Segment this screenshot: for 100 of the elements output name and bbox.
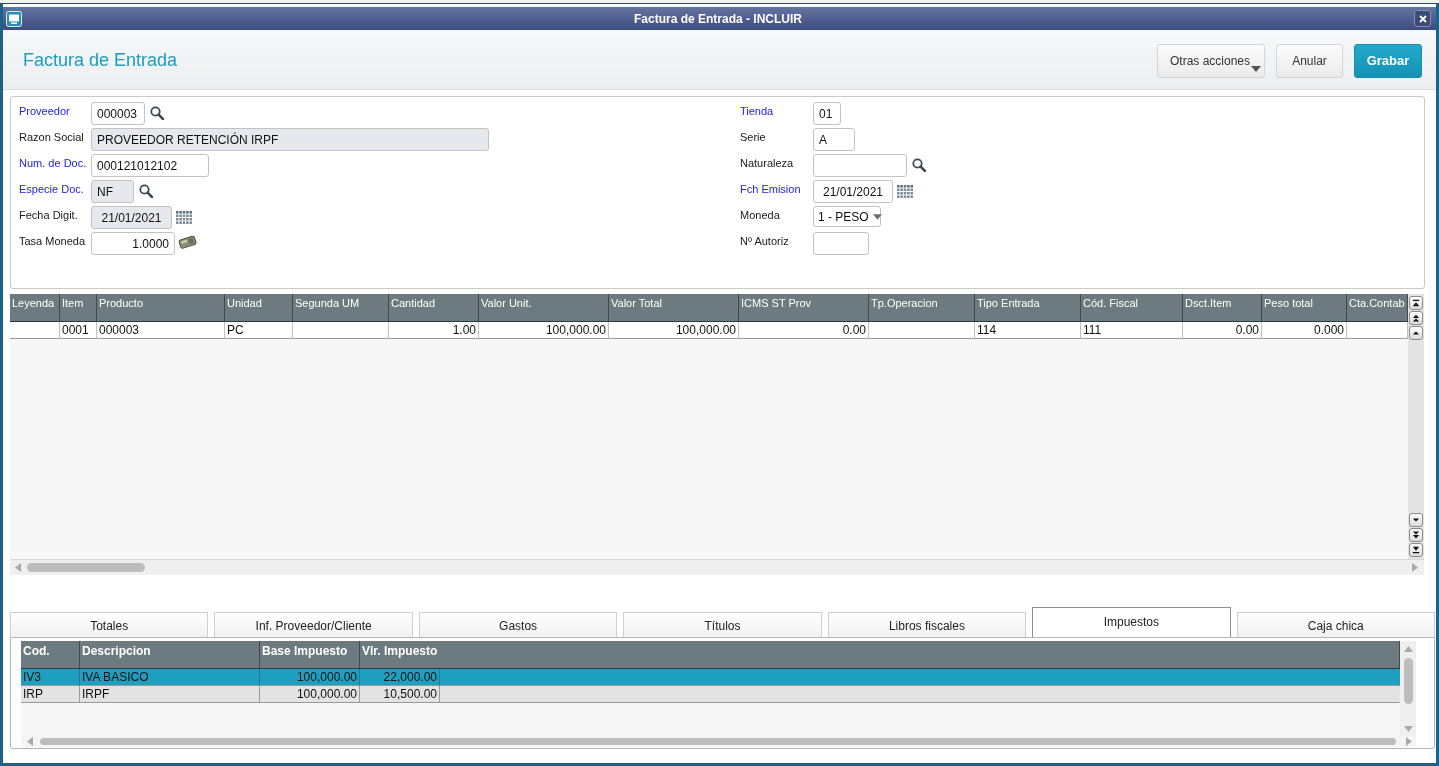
column-header[interactable]: ICMS ST Prov: [739, 294, 869, 322]
field-label: Fch Emision: [740, 183, 801, 195]
calendar-icon[interactable]: [897, 185, 913, 198]
tab[interactable]: Títulos: [623, 612, 822, 637]
table-cell: 0001: [60, 322, 97, 339]
horizontal-scrollbar[interactable]: [21, 736, 1416, 747]
scroll-last-button[interactable]: [1409, 543, 1423, 557]
column-header[interactable]: Cód. Fiscal: [1081, 294, 1183, 322]
table-cell: 100,000.00: [479, 322, 609, 339]
caret-icon: [1251, 65, 1261, 72]
close-icon: [1418, 14, 1427, 23]
column-header[interactable]: Peso total: [1262, 294, 1347, 322]
column-header[interactable]: Tp.Operacion: [869, 294, 975, 322]
input-field[interactable]: [813, 232, 869, 255]
column-header[interactable]: Tipo Entrada: [975, 294, 1081, 322]
field-label: Tienda: [740, 105, 774, 117]
input-field[interactable]: 21/01/2021: [813, 180, 893, 203]
tab[interactable]: Libros fiscales: [827, 612, 1027, 637]
column-header[interactable]: Producto: [97, 294, 225, 322]
tab[interactable]: Gastos: [418, 612, 618, 637]
column-header[interactable]: Leyenda: [10, 294, 60, 322]
vertical-scrollbar[interactable]: [1408, 294, 1424, 559]
column-header[interactable]: Cantidad: [389, 294, 479, 322]
double-triangle-down-icon: [1412, 531, 1420, 539]
triangle-right-icon[interactable]: [1406, 737, 1412, 746]
column-header[interactable]: Dsct.Item: [1183, 294, 1262, 322]
search-icon[interactable]: [139, 184, 153, 198]
table-cell: 0.00: [1183, 322, 1262, 339]
table-cell: 10,500.00: [360, 686, 440, 703]
table-cell: 1.00: [389, 322, 479, 339]
scrollbar-thumb[interactable]: [1403, 658, 1413, 704]
table-row[interactable]: IV3 IVA BASICO 100,000.00 22,000.00: [21, 669, 1400, 686]
table-cell: 100,000.00: [609, 322, 739, 339]
triangle-down-icon: [1412, 516, 1420, 524]
close-button[interactable]: [1414, 10, 1431, 27]
field-label: Moneda: [740, 209, 780, 221]
page-up-button[interactable]: [1409, 311, 1423, 325]
input-field[interactable]: 000003: [91, 102, 145, 125]
table-cell: [10, 322, 60, 339]
scroll-down-button[interactable]: [1409, 513, 1423, 527]
input-field[interactable]: A: [813, 128, 855, 151]
column-header[interactable]: Item: [60, 294, 97, 322]
input-field[interactable]: NF: [91, 180, 134, 203]
triangle-left-icon[interactable]: [27, 737, 33, 746]
vertical-scrollbar[interactable]: [1400, 641, 1416, 736]
column-header[interactable]: Unidad: [225, 294, 293, 322]
table-cell: 111: [1081, 322, 1183, 339]
triangle-up-bar-icon: [1412, 299, 1420, 307]
scrollbar-thumb[interactable]: [40, 738, 1396, 745]
column-header[interactable]: Cta.Contab: [1347, 294, 1408, 322]
horizontal-scrollbar[interactable]: [10, 559, 1424, 575]
field-label: Tasa Moneda: [19, 235, 86, 247]
scroll-first-button[interactable]: [1409, 296, 1423, 310]
triangle-down-bar-icon: [1412, 546, 1420, 554]
page-title: Factura de Entrada: [23, 50, 178, 71]
column-header[interactable]: Descripcion: [80, 641, 260, 669]
double-triangle-up-icon: [1412, 314, 1420, 322]
field-label: Num. de Doc.: [19, 157, 87, 169]
input-field[interactable]: PROVEEDOR RETENCIÓN IRPF: [91, 128, 489, 151]
tab[interactable]: Impuestos: [1032, 607, 1231, 637]
table-cell: 114: [975, 322, 1081, 339]
table-cell: PC: [225, 322, 293, 339]
window-title: Factura de Entrada - INCLUIR: [634, 11, 802, 26]
input-field[interactable]: 21/01/2021: [91, 206, 172, 229]
column-header[interactable]: Valor Unit.: [479, 294, 609, 322]
column-header[interactable]: Valor Total: [609, 294, 739, 322]
field-label: Serie: [740, 131, 766, 143]
calendar-icon[interactable]: [176, 211, 192, 224]
page-down-button[interactable]: [1409, 528, 1423, 542]
app-icon: [6, 10, 22, 27]
table-cell: 0.000: [1262, 322, 1347, 339]
input-field[interactable]: [813, 154, 907, 177]
save-button[interactable]: Grabar: [1354, 43, 1422, 78]
search-icon[interactable]: [150, 106, 164, 120]
field-label: Fecha Digit.: [19, 209, 78, 221]
calculator-icon[interactable]: [178, 235, 197, 249]
column-header[interactable]: Cod.: [21, 641, 80, 669]
field-label: Razon Social: [19, 131, 84, 143]
input-field[interactable]: 000121012102: [91, 154, 209, 177]
scroll-up-button[interactable]: [1409, 326, 1423, 340]
column-header[interactable]: Vlr. Impuesto: [360, 641, 1400, 669]
input-field[interactable]: 1.0000: [91, 232, 175, 255]
search-icon[interactable]: [912, 158, 926, 172]
select-field[interactable]: 1 - PESO: [813, 206, 881, 227]
table-row[interactable]: IRP IRPF 100,000.00 10,500.00: [21, 686, 1400, 703]
field-label: Naturaleza: [740, 157, 794, 169]
column-header[interactable]: Base Impuesto: [260, 641, 360, 669]
tab[interactable]: Caja chica: [1236, 612, 1435, 637]
cancel-button[interactable]: Anular: [1276, 43, 1343, 78]
field-label: Especie Doc.: [19, 183, 84, 195]
input-field[interactable]: 01: [813, 102, 841, 125]
table-cell: 100,000.00: [260, 686, 360, 703]
field-label: Proveedor: [19, 105, 70, 117]
column-header[interactable]: Segunda UM: [293, 294, 389, 322]
table-cell: 000003: [97, 322, 225, 339]
scrollbar-thumb[interactable]: [27, 563, 145, 572]
actions-menu-button[interactable]: Otras acciones: [1157, 43, 1265, 78]
tab[interactable]: Totales: [10, 612, 209, 637]
tab[interactable]: Inf. Proveedor/Cliente: [214, 612, 413, 637]
field-label: Nº Autoriz: [740, 235, 789, 247]
